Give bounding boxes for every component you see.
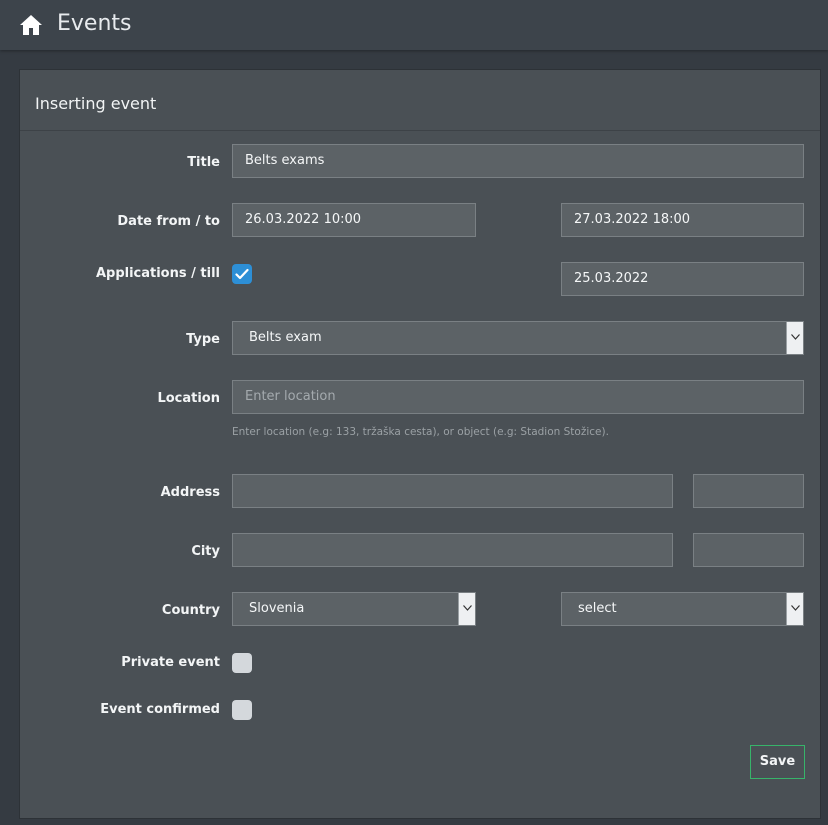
top-bar: Events (0, 0, 828, 50)
country-select[interactable]: Slovenia (232, 592, 476, 626)
address-input[interactable] (232, 474, 673, 508)
chevron-down-icon[interactable] (786, 593, 803, 625)
chevron-down-icon[interactable] (458, 593, 475, 625)
type-select-value: Belts exam (249, 330, 322, 345)
location-input[interactable]: Enter location (232, 380, 804, 414)
postal-code-input[interactable] (693, 533, 804, 567)
address-number-input[interactable] (693, 474, 804, 508)
event-form-panel: Inserting event Title Belts exams Date f… (19, 69, 821, 819)
country-label: Country (161, 603, 220, 618)
private-event-checkbox[interactable] (232, 653, 252, 673)
location-help-text: Enter location (e.g: 133, tržaška cesta)… (232, 426, 609, 438)
applications-label: Applications / till (95, 266, 220, 281)
panel-header: Inserting event (20, 70, 820, 131)
page-title: Events (57, 11, 132, 36)
city-label: City (191, 544, 220, 559)
date-label: Date from / to (117, 214, 220, 229)
title-label: Title (187, 155, 220, 170)
event-confirmed-label: Event confirmed (100, 702, 220, 717)
date-from-input[interactable]: 26.03.2022 10:00 (232, 203, 476, 237)
applications-till-input[interactable]: 25.03.2022 (561, 262, 804, 296)
address-label: Address (160, 485, 220, 500)
date-to-input[interactable]: 27.03.2022 18:00 (561, 203, 804, 237)
private-event-label: Private event (121, 655, 220, 670)
region-select[interactable]: select (561, 592, 804, 626)
title-input[interactable]: Belts exams (232, 144, 804, 178)
check-icon (235, 268, 249, 280)
country-select-value: Slovenia (249, 601, 305, 616)
save-button[interactable]: Save (750, 745, 805, 779)
city-input[interactable] (232, 533, 673, 567)
type-select[interactable]: Belts exam (232, 321, 804, 355)
region-select-value: select (578, 601, 617, 616)
chevron-down-icon[interactable] (786, 322, 803, 354)
type-label: Type (186, 332, 220, 347)
panel-title: Inserting event (35, 94, 157, 113)
event-confirmed-checkbox[interactable] (232, 700, 252, 720)
home-icon[interactable] (19, 14, 43, 36)
applications-checkbox[interactable] (232, 264, 252, 284)
location-label: Location (157, 391, 220, 406)
